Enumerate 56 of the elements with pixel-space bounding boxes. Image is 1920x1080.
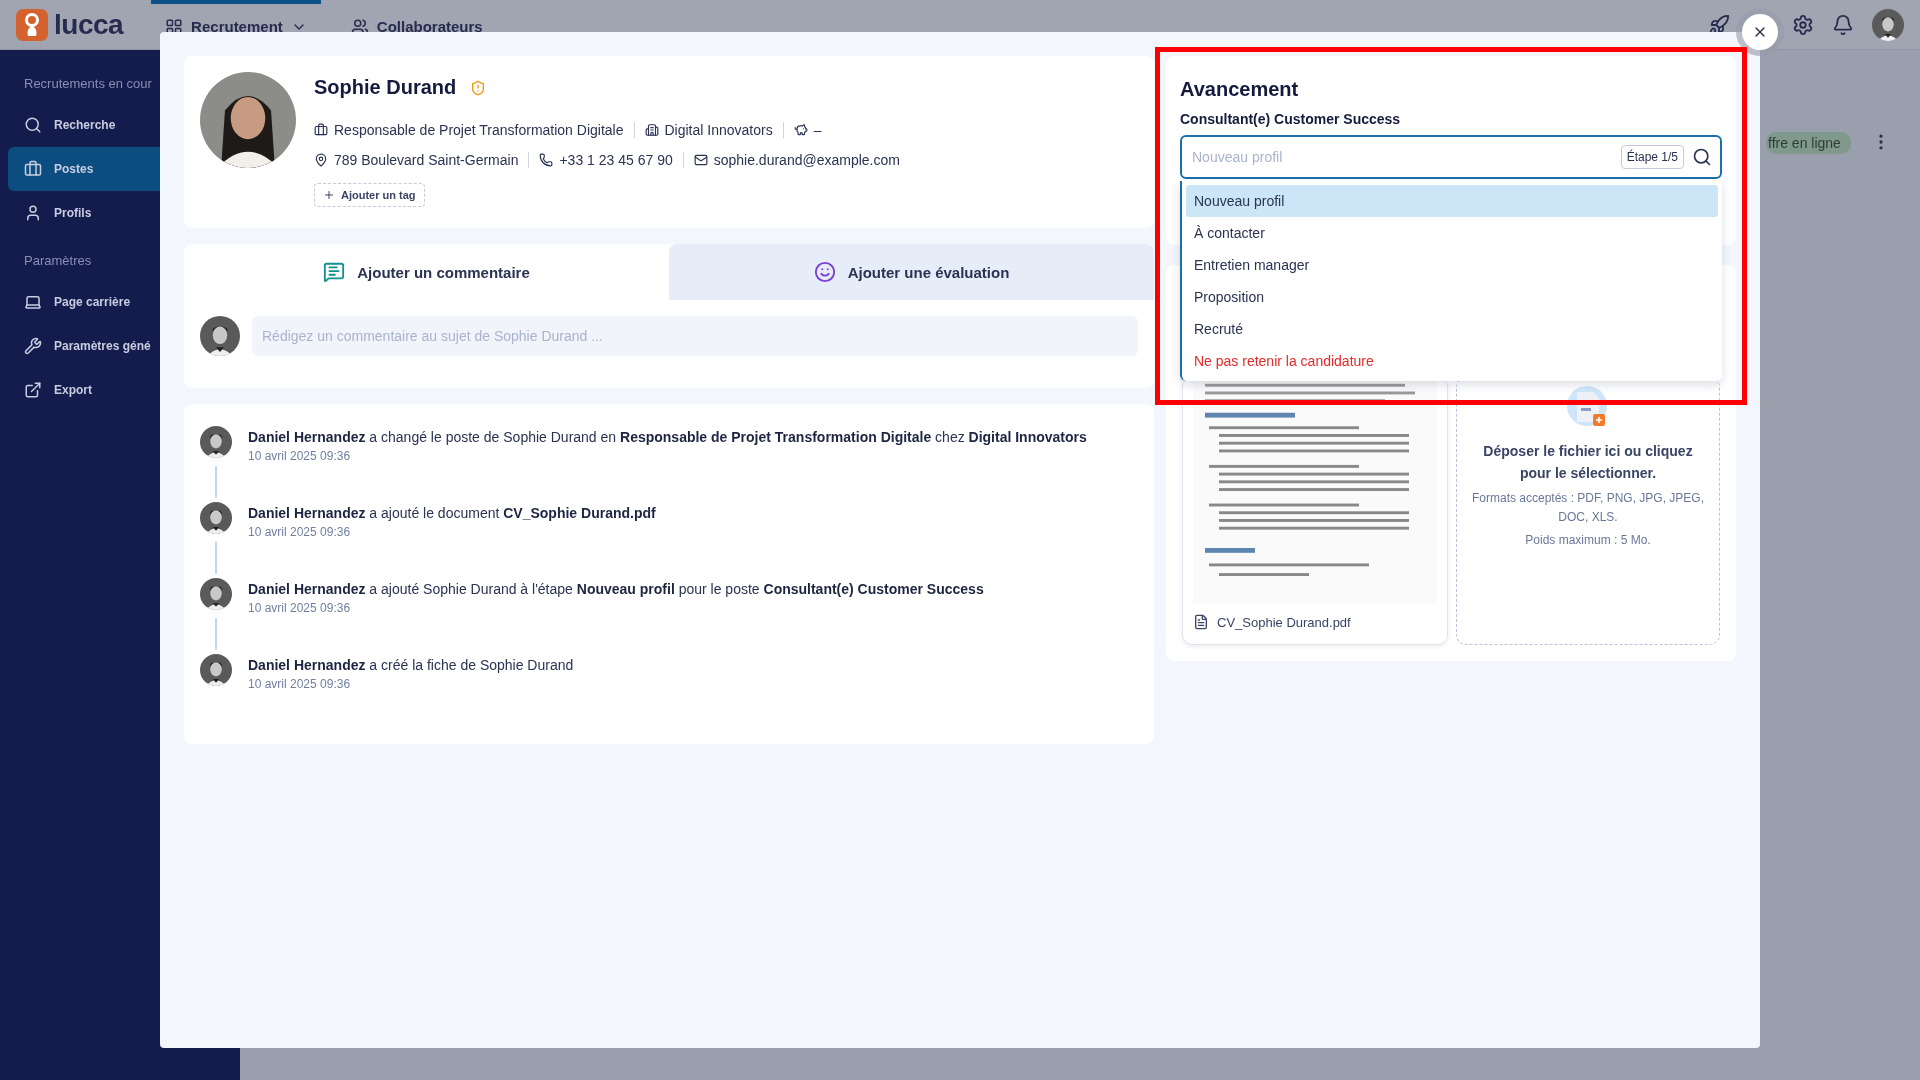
logo-text: lucca (54, 8, 124, 41)
comment-tab[interactable]: Ajouter une évaluation (669, 244, 1154, 300)
profile-detail: Responsable de Projet Transformation Digitale (334, 122, 624, 138)
file-icon (1193, 614, 1209, 630)
comment-field[interactable]: Rédigez un commentaire au sujet de Sophie Durand ... (252, 316, 1138, 356)
activity-time: 10 avril 2025 09:36 (248, 677, 352, 691)
activity-text: Daniel Hernandez a ajouté Sophie Durand à l'étape Nouveau profil pour le poste Consultant(e) Customer Success (248, 581, 984, 597)
profile-detail: 789 Boulevard Saint-Germain (334, 152, 519, 168)
file-name: CV_Sophie Durand.pdf (1217, 614, 1351, 630)
upload-title: Déposer le fichier ici ou cliquez pour le sélectionner. (1482, 442, 1694, 484)
profile-detail: sophie.durand@example.com (713, 152, 900, 168)
stage-option[interactable]: Nouveau profil (1186, 185, 1718, 217)
activity-text: Daniel Hernandez a créé la fiche de Sophie Durand (248, 657, 574, 673)
message-icon (323, 261, 346, 283)
shield-icon (470, 79, 487, 96)
card-title: Avancement (1180, 78, 1300, 101)
building-icon (644, 123, 659, 137)
piggy-bank-icon (793, 123, 808, 137)
profile-detail: Digital Innovators (664, 122, 773, 138)
briefcase-icon (24, 160, 42, 178)
profile-detail: +33 1 23 45 67 90 (559, 152, 673, 168)
bell-icon[interactable] (1832, 13, 1854, 36)
settings-icon[interactable] (1792, 13, 1814, 36)
plus-icon (323, 189, 335, 201)
status-badge: ffre en ligne (1766, 132, 1851, 154)
upload-formats: Formats acceptés : PDF, PNG, JPG, JPEG, DOC, XLS. (1470, 489, 1706, 526)
job-title: Consultant(e) Customer Success (1180, 111, 1402, 127)
map-pin-icon (314, 153, 328, 167)
briefcase-icon (314, 123, 328, 137)
phone-icon (539, 153, 554, 167)
wrench-icon (24, 337, 42, 355)
stage-select[interactable]: Nouveau profil Étape 1/5 (1180, 135, 1722, 179)
laptop-icon (24, 293, 42, 311)
search-icon (24, 116, 42, 134)
profile-detail: – (813, 122, 822, 138)
user-icon (24, 204, 42, 222)
activity-time: 10 avril 2025 09:36 (248, 525, 352, 539)
mail-icon (693, 153, 708, 167)
activity-text: Daniel Hernandez a changé le poste de Sophie Durand en Responsable de Projet Transformation Digitale chez Digital Innovators (248, 429, 1087, 445)
upload-size-limit: Poids maximum : 5 Mo. (1525, 532, 1651, 550)
sidebar-item[interactable]: Export (8, 368, 240, 412)
sidebar-item[interactable]: Recherche (8, 103, 240, 147)
logo-icon (16, 8, 48, 41)
sidebar-section-title: Recrutements en cour (23, 75, 153, 93)
external-link-icon (24, 381, 42, 399)
activity-time: 10 avril 2025 09:36 (248, 601, 352, 615)
sidebar-item[interactable]: Profils (8, 191, 240, 235)
search-icon (1692, 147, 1712, 167)
activity-text: Daniel Hernandez a ajouté le document CV_Sophie Durand.pdf (248, 505, 656, 521)
sidebar-section-title: Paramètres (23, 252, 93, 270)
sidebar-item[interactable]: Paramètres géné (8, 324, 240, 368)
step-tag: Étape 1/5 (1620, 145, 1684, 169)
candidate-name: Sophie Durand (314, 76, 457, 99)
activity-time: 10 avril 2025 09:36 (248, 449, 352, 463)
smiley-icon (813, 261, 836, 283)
add-tag-button[interactable]: Ajouter un tag (314, 183, 425, 207)
